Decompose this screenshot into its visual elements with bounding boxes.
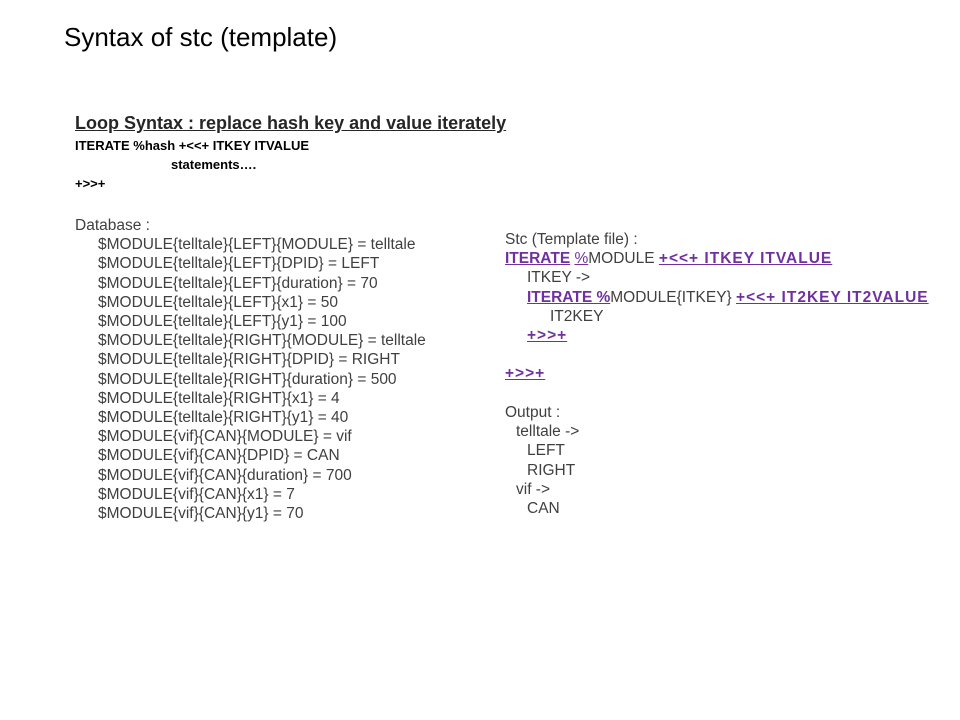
database-lines: $MODULE{telltale}{LEFT}{MODULE} = tellta… <box>75 235 475 523</box>
database-line: $MODULE{telltale}{LEFT}{y1} = 100 <box>98 313 347 331</box>
database-line: $MODULE{vif}{CAN}{y1} = 70 <box>98 505 304 523</box>
slide-title: Syntax of stc (template) <box>64 22 338 52</box>
output-line: RIGHT <box>527 461 576 479</box>
database-line: $MODULE{telltale}{LEFT}{duration} = 70 <box>98 274 378 292</box>
output-line: CAN <box>527 500 560 518</box>
iterate-keyword: ITERATE <box>505 250 571 268</box>
database-line: $MODULE{telltale}{LEFT}{MODULE} = tellta… <box>98 236 416 254</box>
database-line: $MODULE{telltale}{RIGHT}{duration} = 500 <box>98 370 397 388</box>
database-heading: Database : <box>75 217 150 234</box>
open-marker-outer: +<<+ ITKEY ITVALUE <box>658 250 833 268</box>
database-line: $MODULE{telltale}{RIGHT}{x1} = 4 <box>98 389 340 407</box>
template-spacer <box>505 345 945 364</box>
database-line: $MODULE{vif}{CAN}{DPID} = CAN <box>98 447 340 465</box>
template-iterate-line: ITERATE %MODULE +<<+ ITKEY ITVALUE <box>505 249 945 268</box>
output-lines: telltale -> LEFT RIGHT vif -> CAN <box>505 422 805 518</box>
template-heading: Stc (Template file) : <box>505 231 638 248</box>
module-name: MODULE <box>588 250 655 268</box>
database-line: $MODULE{vif}{CAN}{x1} = 7 <box>98 485 295 503</box>
hash-percent-sign: % <box>574 250 589 268</box>
output-line: LEFT <box>527 442 565 460</box>
database-line: $MODULE{telltale}{LEFT}{x1} = 50 <box>98 293 338 311</box>
database-line: $MODULE{vif}{CAN}{duration} = 700 <box>98 466 352 484</box>
close-marker-outer: +>>+ <box>505 365 546 383</box>
module-itkey: MODULE{ITKEY} <box>610 288 732 306</box>
database-line: $MODULE{telltale}{LEFT}{DPID} = LEFT <box>98 255 380 273</box>
template-itkey-line: ITKEY -> <box>527 269 591 287</box>
loop-syntax-statements-line: statements…. <box>171 157 257 172</box>
loop-syntax-heading: Loop Syntax : replace hash key and value… <box>75 113 507 133</box>
template-section: Stc (Template file) : ITERATE %MODULE +<… <box>505 230 945 384</box>
database-line: $MODULE{vif}{CAN}{MODULE} = vif <box>98 428 352 446</box>
close-marker-inner: +>>+ <box>527 327 568 345</box>
database-section: Database : $MODULE{telltale}{LEFT}{MODUL… <box>75 216 475 523</box>
template-close-outer-line: +>>+ <box>505 364 945 383</box>
template-iterate-inner-line: ITERATE %MODULE{ITKEY} +<<+ IT2KEY IT2VA… <box>505 288 945 307</box>
database-line: $MODULE{telltale}{RIGHT}{y1} = 40 <box>98 409 349 427</box>
output-heading: Output : <box>505 404 561 421</box>
template-close-inner-line: +>>+ <box>505 326 945 345</box>
open-marker-inner: +<<+ IT2KEY IT2VALUE <box>736 288 929 306</box>
output-section: Output : telltale -> LEFT RIGHT vif -> CAN <box>505 403 805 518</box>
iterate-inner-keyword: ITERATE % <box>527 288 611 306</box>
output-line: vif -> <box>516 480 551 498</box>
database-line: $MODULE{telltale}{RIGHT}{MODULE} = tellt… <box>98 332 426 350</box>
database-line: $MODULE{telltale}{RIGHT}{DPID} = RIGHT <box>98 351 400 369</box>
loop-syntax-section: Loop Syntax : replace hash key and value… <box>75 110 535 193</box>
loop-syntax-close-line: +>>+ <box>75 176 106 191</box>
output-line: telltale -> <box>516 423 580 441</box>
template-it2key-line: IT2KEY <box>550 307 604 325</box>
loop-syntax-iterate-line: ITERATE %hash +<<+ ITKEY ITVALUE <box>75 138 310 153</box>
